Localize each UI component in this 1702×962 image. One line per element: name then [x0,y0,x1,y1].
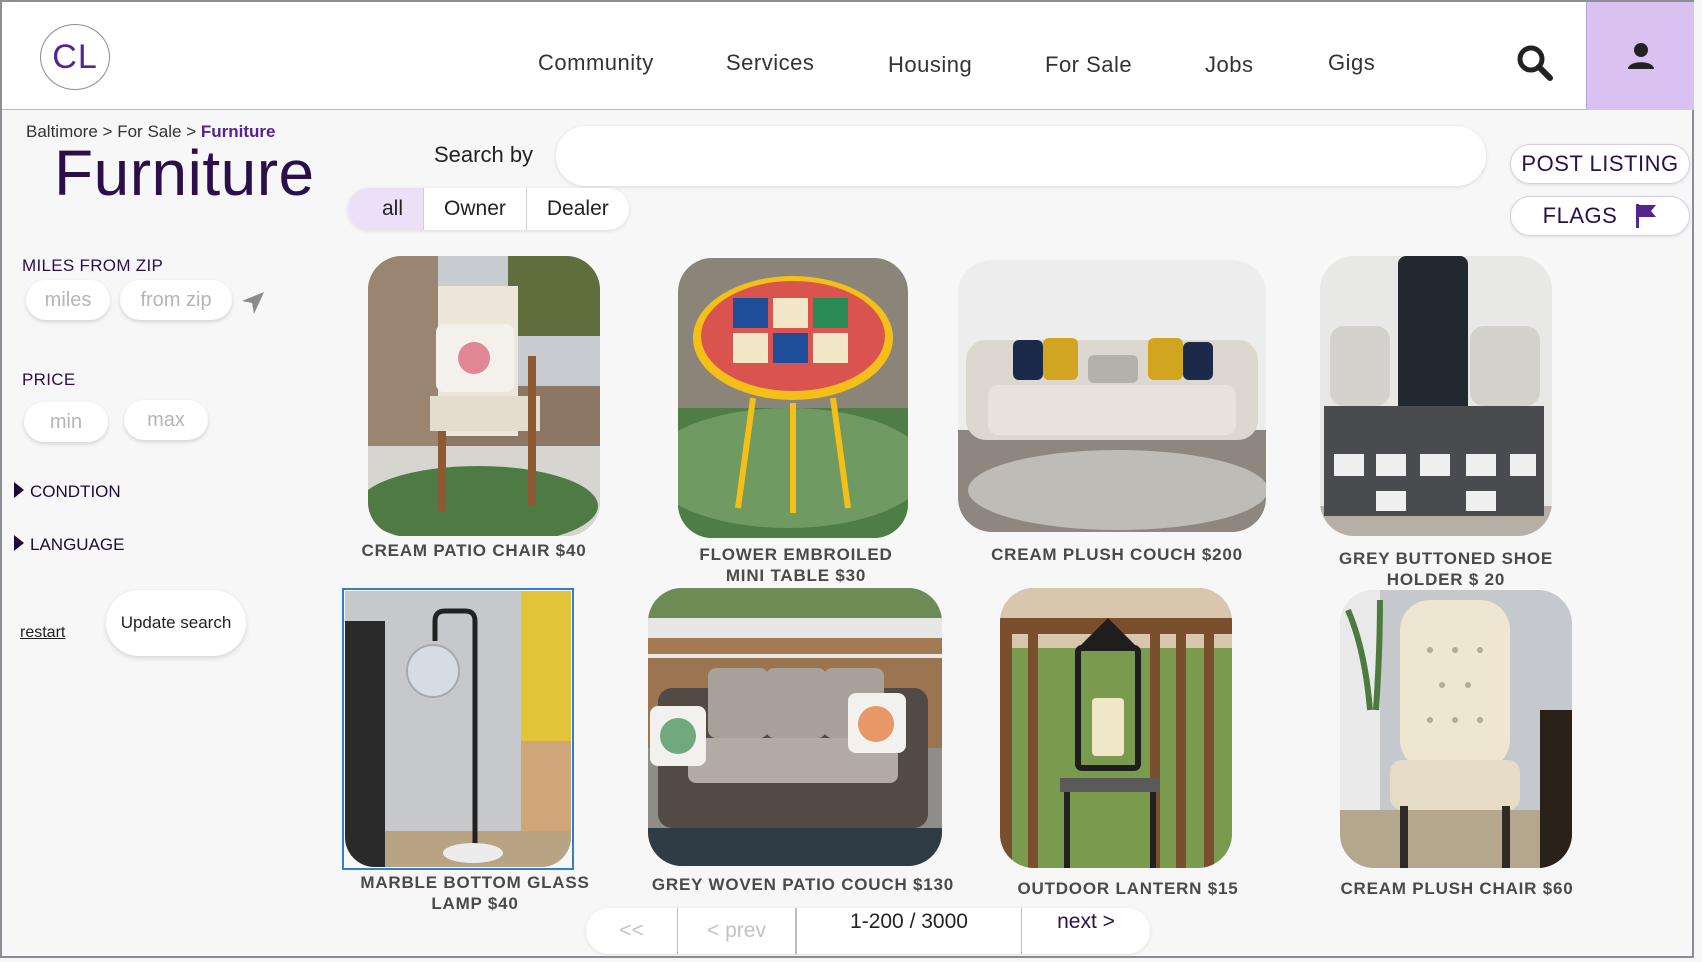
language-label: LANGUAGE [30,535,125,554]
zip-input[interactable]: from zip [120,280,232,320]
language-toggle[interactable]: LANGUAGE [14,535,124,555]
nav-housing[interactable]: Housing [888,52,972,78]
tufted-chair-photo[interactable] [1340,590,1572,868]
search-label: Search by [434,142,534,167]
post-listing-label: POST LISTING [1521,151,1679,176]
nav-for-sale[interactable]: For Sale [1045,52,1132,78]
page-range: 1-200 / 3000 [796,908,1022,954]
location-arrow-icon[interactable] [240,290,266,316]
tab-dealer[interactable]: Dealer [527,188,629,230]
flags-label: FLAGS [1542,203,1618,228]
listing-title[interactable]: OUTDOOR LANTERN $15 [1008,878,1248,899]
couch-photo[interactable] [958,260,1266,532]
pagination: << < prev 1-200 / 3000 next > [586,908,1150,954]
nav-services[interactable]: Services [726,50,814,76]
nav-jobs[interactable]: Jobs [1205,52,1253,78]
listing-title[interactable]: GREY BUTTONED SHOE HOLDER $ 20 [1328,548,1564,590]
update-search-button[interactable]: Update search [106,590,246,656]
search-icon[interactable] [1514,42,1558,86]
patio-couch-photo[interactable] [648,588,942,866]
miles-input[interactable]: miles [26,280,110,320]
mosaic-table-photo[interactable] [678,258,908,538]
top-header: CL Community Services Housing For Sale J… [2,2,1694,110]
page-title: Furniture [54,137,315,209]
tab-owner[interactable]: Owner [424,188,527,230]
condition-toggle[interactable]: CONDTION [14,482,121,502]
user-icon [1627,43,1654,69]
nav-gigs[interactable]: Gigs [1328,50,1375,76]
cl-logo[interactable]: CL [40,24,110,90]
search-input[interactable] [556,126,1486,186]
listing-title[interactable]: MARBLE BOTTOM GLASS LAMP $40 [354,872,596,914]
price-min-input[interactable]: min [24,402,108,442]
restart-link[interactable]: restart [20,624,65,642]
listing-title[interactable]: CREAM PLUSH COUCH $200 [982,544,1252,565]
prev-page-button[interactable]: < prev [678,908,796,954]
next-page-button[interactable]: next > [1022,908,1150,954]
listing-title[interactable]: CREAM PLUSH CHAIR $60 [1332,878,1582,899]
account-button[interactable] [1586,2,1694,110]
tab-all[interactable]: all [348,188,425,230]
caret-right-icon [14,482,24,498]
listing-title[interactable]: CREAM PATIO CHAIR $40 [342,540,606,561]
lantern-photo[interactable] [1000,588,1232,868]
price-label: PRICE [22,370,76,389]
listing-title[interactable]: FLOWER EMBROILED MINI TABLE $30 [678,544,914,586]
shoe-bench-photo[interactable] [1320,256,1552,536]
first-page-button[interactable]: << [586,908,678,954]
flag-icon [1636,204,1657,228]
seller-type-tabs: all Owner Dealer [348,188,629,230]
flags-button[interactable]: FLAGS [1510,196,1690,236]
price-max-input[interactable]: max [124,400,208,440]
floor-lamp-photo[interactable] [345,591,571,867]
app-frame: CL Community Services Housing For Sale J… [0,0,1694,958]
post-listing-button[interactable]: POST LISTING [1510,144,1690,184]
condition-label: CONDTION [30,482,121,501]
miles-from-zip-label: MILES FROM ZIP [22,256,164,275]
patio-chair-photo[interactable] [368,256,600,536]
caret-right-icon [14,535,24,551]
listing-title[interactable]: GREY WOVEN PATIO COUCH $130 [648,874,958,895]
nav-community[interactable]: Community [538,50,654,76]
